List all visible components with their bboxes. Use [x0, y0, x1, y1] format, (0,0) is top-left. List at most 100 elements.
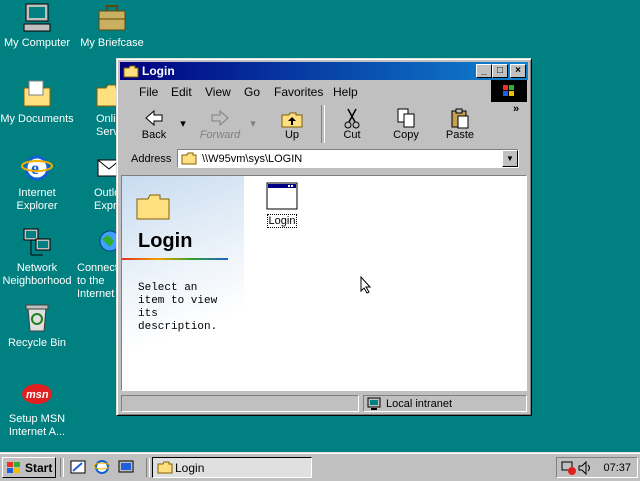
explorer-window[interactable]: Login _ □ × File Edit View Go Favorites … — [116, 58, 532, 416]
taskbar: Start Login 07:37 — [0, 452, 640, 481]
quicklaunch-desktop-icon[interactable] — [70, 459, 86, 478]
menu-file[interactable]: File — [139, 85, 158, 99]
forward-button[interactable]: Forward — [195, 105, 245, 141]
back-arrow-icon — [142, 107, 166, 129]
network-tray-icon[interactable] — [561, 460, 577, 479]
menu-favorites[interactable]: Favorites — [274, 85, 323, 99]
desktop-icon-online-services[interactable]: Online Services — [72, 78, 122, 139]
intranet-icon — [367, 397, 381, 414]
address-label: Address — [131, 153, 172, 165]
desktop-icon-label: Recycle Bin — [7, 337, 67, 349]
volume-icon[interactable] — [577, 460, 593, 479]
web-view-divider — [122, 258, 228, 260]
web-view-title: Login — [138, 230, 193, 252]
briefcase-icon — [96, 2, 128, 34]
taskbar-separator — [146, 458, 150, 477]
desktop-icon-label: Connect to the Internet — [77, 262, 118, 300]
toolbar-separator — [321, 105, 325, 143]
system-tray: 07:37 — [556, 457, 638, 478]
web-view-panel: Login Select an item to view its descrip… — [122, 176, 244, 390]
title-bar[interactable]: Login _ □ × — [120, 62, 528, 80]
desktop-icon-label: My Briefcase — [80, 37, 144, 49]
taskbar-separator — [60, 458, 64, 477]
file-label: Login — [266, 214, 298, 228]
back-button[interactable]: Back — [129, 105, 179, 141]
desktop-icon-my-briefcase[interactable]: My Briefcase — [72, 2, 152, 50]
up-folder-icon — [280, 107, 304, 129]
up-label: Up — [284, 129, 300, 141]
folder-icon — [181, 151, 197, 168]
desktop-icon-outlook-express[interactable]: Outlook Express — [72, 152, 122, 213]
close-button[interactable]: × — [510, 64, 526, 78]
desktop-icon-recycle-bin[interactable]: Recycle Bin — [0, 302, 77, 350]
computer-icon — [21, 2, 53, 34]
maximize-button[interactable]: □ — [492, 64, 508, 78]
forward-label: Forward — [199, 129, 241, 141]
scissors-icon — [340, 107, 364, 129]
menu-go[interactable]: Go — [244, 85, 260, 99]
file-item-login[interactable]: Login — [262, 180, 302, 228]
back-label: Back — [141, 129, 167, 141]
desktop-icon-my-documents[interactable]: My Documents — [0, 78, 77, 126]
task-button-label: Login — [175, 461, 205, 475]
address-value: \\W95vm\sys\LOGIN — [202, 153, 303, 165]
menu-edit[interactable]: Edit — [171, 85, 192, 99]
back-dropdown-icon[interactable]: ▾ — [177, 117, 189, 130]
forward-arrow-icon — [208, 107, 232, 129]
folder-icon — [136, 192, 170, 223]
recycle-bin-icon — [21, 302, 53, 334]
desktop-icon-label: My Documents — [0, 113, 74, 125]
folder-view[interactable]: Login Select an item to view its descrip… — [121, 175, 527, 391]
status-panel-main — [121, 395, 359, 412]
address-dropdown-button[interactable]: ▼ — [502, 150, 518, 167]
menu-help[interactable]: Help — [333, 85, 358, 99]
start-button[interactable]: Start — [2, 457, 56, 478]
desktop-icon-network-neighborhood[interactable]: Network Neighborhood — [0, 227, 77, 288]
folder-icon — [21, 78, 53, 110]
desktop-icon-internet-explorer[interactable]: e Internet Explorer — [0, 152, 77, 213]
copy-button[interactable]: Copy — [381, 105, 431, 141]
paste-button[interactable]: Paste — [435, 105, 485, 141]
clock[interactable]: 07:37 — [603, 462, 631, 474]
folder-icon — [157, 460, 173, 477]
minimize-button[interactable]: _ — [476, 64, 492, 78]
desktop-icon-label: Network Neighborhood — [2, 262, 72, 287]
mouse-cursor-icon — [360, 275, 372, 297]
msn-icon: msn — [21, 378, 53, 410]
desktop-icon-label: Online Services — [96, 113, 122, 138]
status-zone-text: Local intranet — [386, 398, 453, 410]
paste-icon — [448, 107, 472, 129]
menu-bar: File Edit View Go Favorites Help — [123, 82, 487, 102]
desktop-icon-label: Setup MSN Internet A... — [8, 413, 66, 438]
copy-icon — [394, 107, 418, 129]
desktop-icon-label: Outlook Express — [94, 187, 122, 212]
window-title: Login — [142, 64, 175, 78]
desktop-icon-label: Internet Explorer — [16, 187, 58, 212]
status-bar: Local intranet — [121, 395, 527, 413]
quicklaunch-ie-icon[interactable] — [93, 459, 111, 478]
status-panel-zone: Local intranet — [363, 395, 527, 412]
internet-explorer-icon: e — [21, 152, 53, 184]
desktop-icon-label: My Computer — [3, 37, 71, 49]
forward-dropdown-icon[interactable]: ▾ — [247, 117, 259, 130]
web-view-description: Select an item to view its description. — [138, 282, 218, 333]
copy-label: Copy — [393, 129, 419, 141]
task-button-login[interactable]: Login — [152, 457, 312, 478]
address-input[interactable]: \\W95vm\sys\LOGIN ▼ — [177, 149, 519, 168]
up-button[interactable]: Up — [267, 105, 317, 141]
cut-label: Cut — [343, 129, 361, 141]
windows-logo-icon — [6, 461, 22, 478]
quicklaunch-channels-icon[interactable] — [118, 459, 134, 478]
desktop-icon-my-computer[interactable]: My Computer — [0, 2, 77, 50]
menu-view[interactable]: View — [205, 85, 231, 99]
toolbar-overflow-icon[interactable]: » — [509, 103, 523, 115]
cut-button[interactable]: Cut — [327, 105, 377, 141]
network-icon — [21, 227, 53, 259]
toolbar: Back ▾ Forward ▾ Up Cut Copy Paste » — [123, 103, 525, 145]
svg-text:msn: msn — [26, 389, 49, 401]
desktop-icon-connect-internet[interactable]: Connect to the Internet — [72, 227, 122, 301]
address-bar: Address \\W95vm\sys\LOGIN ▼ — [123, 148, 525, 170]
application-icon — [266, 180, 298, 212]
desktop-icon-setup-msn[interactable]: msn Setup MSN Internet A... — [0, 378, 77, 439]
folder-icon — [123, 64, 139, 81]
